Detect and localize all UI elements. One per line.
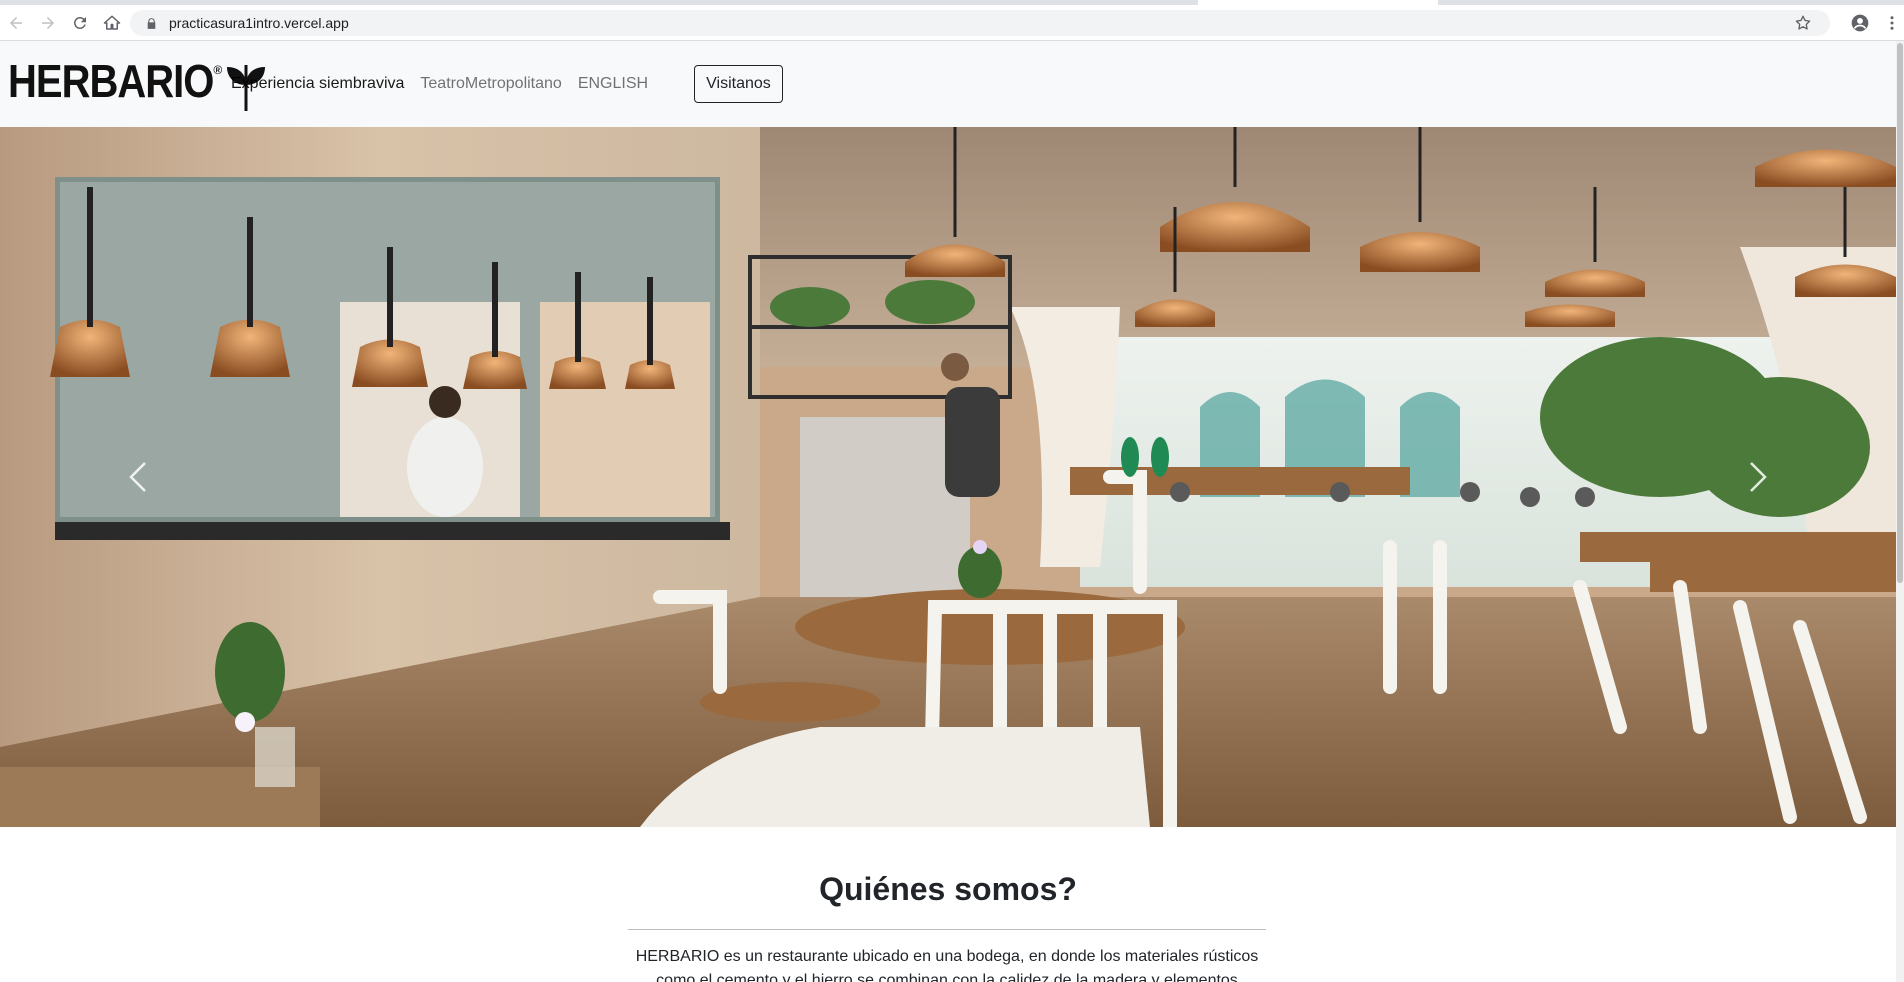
lock-icon[interactable] (145, 16, 159, 30)
brand-logo[interactable]: HERBARIO ® (8, 51, 268, 113)
browser-toolbar: practicasura1intro.vercel.app (0, 5, 1904, 41)
nav-link-english[interactable]: ENGLISH (578, 75, 648, 93)
star-icon[interactable] (1794, 14, 1812, 32)
nav-link-teatro[interactable]: TeatroMetropolitano (420, 75, 561, 93)
carousel-next-button[interactable] (1728, 427, 1788, 527)
back-icon[interactable] (4, 11, 28, 35)
about-divider (628, 929, 1266, 930)
brand-name: HERBARIO (8, 56, 214, 108)
forward-icon[interactable] (36, 11, 60, 35)
nav-links: Experiencia siembraviva TeatroMetropolit… (231, 41, 664, 127)
hero-carousel (0, 127, 1896, 827)
brand-registered-mark: ® (213, 63, 223, 77)
scrollbar-thumb[interactable] (1897, 43, 1903, 583)
about-text-line: HERBARIO es un restaurante ubicado en un… (635, 948, 1259, 965)
restaurant-photo (0, 127, 1896, 827)
reload-icon[interactable] (68, 11, 92, 35)
profile-icon[interactable] (1848, 11, 1872, 35)
home-icon[interactable] (100, 11, 124, 35)
carousel-prev-button[interactable] (108, 427, 168, 527)
page-viewport: HERBARIO ® Experiencia siembraviva Teatr… (0, 41, 1904, 982)
about-text: HERBARIO es un restaurante ubicado en un… (628, 945, 1266, 982)
chevron-left-icon (129, 462, 146, 492)
navbar: HERBARIO ® Experiencia siembraviva Teatr… (0, 41, 1896, 127)
more-icon[interactable] (1884, 11, 1900, 35)
about-text-line: como el cemento y el hierro se combinan … (656, 972, 1238, 982)
visit-button[interactable]: Visitanos (694, 65, 783, 103)
about-title: Quiénes somos? (819, 871, 1077, 907)
chevron-right-icon (1750, 462, 1767, 492)
address-bar[interactable]: practicasura1intro.vercel.app (130, 10, 1830, 36)
nav-link-experiencia[interactable]: Experiencia siembraviva (231, 75, 404, 93)
url-text[interactable]: practicasura1intro.vercel.app (169, 15, 349, 31)
